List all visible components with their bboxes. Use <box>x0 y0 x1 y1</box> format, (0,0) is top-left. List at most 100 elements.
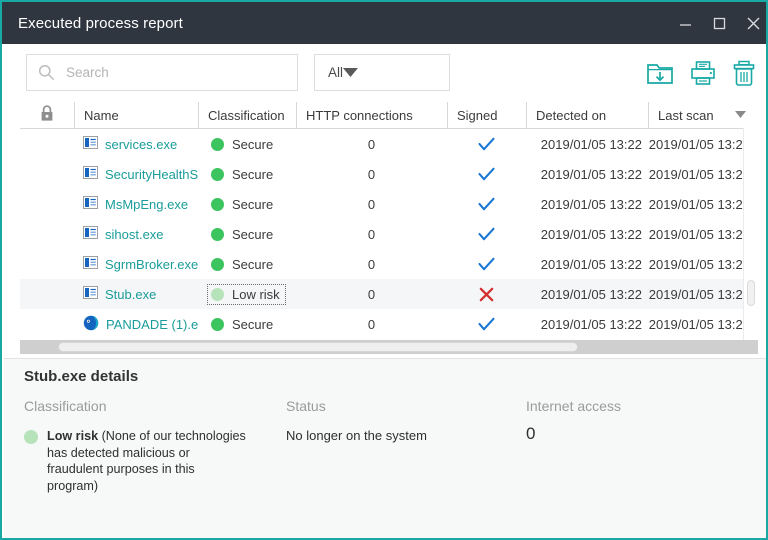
row-signed-cell <box>447 309 526 339</box>
search-box[interactable] <box>26 54 298 91</box>
details-internet-section: Internet access 0 <box>526 398 736 444</box>
row-http-connections-cell: 0 <box>367 226 376 242</box>
executed-process-report-window: Executed process report All <box>0 0 768 540</box>
row-last-scan-cell: 2019/01/05 13:22 <box>648 286 750 302</box>
table-row[interactable]: Stub.exe Low risk 0 2019/01/05 13:22 2019/01… <box>20 279 758 309</box>
row-name-cell[interactable]: SgrmBroker.exe <box>74 249 198 279</box>
row-classification-cell[interactable]: Secure <box>198 249 296 279</box>
check-icon <box>478 137 495 152</box>
details-title: Stub.exe details <box>24 368 139 385</box>
row-classification-cell[interactable]: Secure <box>198 159 296 189</box>
row-last-scan-cell: 2019/01/05 13:22 <box>648 226 750 242</box>
row-signed-cell <box>447 129 526 159</box>
low-risk-dot <box>24 430 38 444</box>
exe-file-icon <box>83 256 98 272</box>
classification-badge: Secure <box>207 194 279 215</box>
column-header-name[interactable]: Name <box>74 102 198 128</box>
table-row[interactable]: MsMpEng.exe Secure 0 2019/01/05 13:22 2019/0… <box>20 189 758 219</box>
row-name-cell[interactable]: services.exe <box>74 129 198 159</box>
row-detected-on-cell: 2019/01/05 13:22 <box>540 226 642 242</box>
column-header-http[interactable]: HTTP connections <box>296 102 447 128</box>
row-name-cell[interactable]: Stub.exe <box>74 279 198 309</box>
classification-text: Secure <box>232 256 274 272</box>
row-last-scan-cell: 2019/01/05 13:22 <box>648 196 750 212</box>
column-header-detected-on[interactable]: Detected on <box>526 102 648 128</box>
row-name-cell[interactable]: PANDADE (1).exe <box>74 309 198 339</box>
panda-app-icon <box>83 315 99 334</box>
row-classification-cell[interactable]: Secure <box>198 309 296 339</box>
classification-text: Secure <box>232 196 274 212</box>
row-classification-cell[interactable]: Secure <box>198 129 296 159</box>
classification-section-label: Classification <box>24 398 107 414</box>
row-http-connections-cell: 0 <box>367 196 376 212</box>
row-http-connections-cell: 0 <box>367 316 376 332</box>
classification-description: Low risk (None of our technologies has d… <box>47 428 246 494</box>
low-risk-dot <box>211 287 224 301</box>
row-http-connections-cell: 0 <box>367 166 376 182</box>
table-row[interactable]: sihost.exe Secure 0 2019/01/05 13:22 2019/01… <box>20 219 758 249</box>
filter-selected-value: All <box>328 65 344 80</box>
printer-icon[interactable] <box>690 60 716 86</box>
vertical-scroll-thumb[interactable] <box>747 280 755 306</box>
row-detected-on-cell: 2019/01/05 13:22 <box>540 196 642 212</box>
trash-icon[interactable] <box>732 60 756 87</box>
row-name-cell[interactable]: SecurityHealthS... <box>74 159 198 189</box>
table-vertical-scrollbar[interactable] <box>743 128 758 340</box>
row-lock-cell <box>20 249 74 279</box>
table-row[interactable]: PANDADE (1).exe Secure 0 2019/01/05 13:22 20… <box>20 309 758 339</box>
row-file-name: SgrmBroker.exe <box>105 256 198 272</box>
row-signed-cell <box>447 249 526 279</box>
details-status-section: Status No longer on the system <box>286 398 486 443</box>
classification-text: Secure <box>232 136 274 152</box>
row-name-cell[interactable]: sihost.exe <box>74 219 198 249</box>
maximize-button[interactable] <box>702 2 736 44</box>
close-button[interactable] <box>736 2 766 44</box>
table-row[interactable]: SecurityHealthS... Secure 0 2019/01/05 13:2… <box>20 159 758 189</box>
search-input[interactable] <box>66 65 276 80</box>
filter-dropdown[interactable]: All <box>314 54 450 91</box>
column-header-lock[interactable] <box>20 102 74 128</box>
table-row[interactable]: SgrmBroker.exe Secure 0 2019/01/05 13:22 201… <box>20 249 758 279</box>
row-signed-cell <box>447 219 526 249</box>
row-lock-cell <box>20 309 74 339</box>
secure-dot <box>211 167 224 181</box>
check-icon <box>478 227 495 242</box>
table-header-row: Name Classification HTTP connections Sig… <box>20 102 758 129</box>
row-classification-cell[interactable]: Secure <box>198 189 296 219</box>
classification-value: Low risk <box>47 429 99 443</box>
secure-dot <box>211 137 224 151</box>
titlebar: Executed process report <box>2 2 766 44</box>
process-table: Name Classification HTTP connections Sig… <box>20 102 758 354</box>
row-file-name: Stub.exe <box>105 286 157 302</box>
lock-icon <box>40 105 54 125</box>
column-header-last-scan[interactable]: Last scan <box>648 102 758 128</box>
table-horizontal-scrollbar[interactable] <box>20 340 758 354</box>
row-classification-cell[interactable]: Secure <box>198 219 296 249</box>
column-header-signed[interactable]: Signed <box>447 102 526 128</box>
column-header-classification[interactable]: Classification <box>198 102 296 128</box>
row-lock-cell <box>20 219 74 249</box>
row-classification-cell[interactable]: Low risk <box>198 279 296 309</box>
table-body: services.exe Secure 0 2019/01/05 13:22 2019/… <box>20 129 758 341</box>
row-http-connections-cell: 0 <box>367 256 376 272</box>
internet-access-label: Internet access <box>526 398 621 414</box>
status-section-label: Status <box>286 398 326 414</box>
horizontal-scroll-thumb[interactable] <box>58 342 578 352</box>
classification-text: Secure <box>232 226 274 242</box>
check-icon <box>478 197 495 212</box>
minimize-button[interactable] <box>668 2 702 44</box>
classification-badge: Secure <box>207 134 279 155</box>
exe-file-icon <box>83 136 98 152</box>
status-value: No longer on the system <box>286 428 427 443</box>
secure-dot <box>211 197 224 211</box>
classification-badge: Low risk <box>207 283 286 305</box>
row-http-connections-cell: 0 <box>367 136 376 152</box>
row-file-name: sihost.exe <box>105 226 164 242</box>
classification-badge: Secure <box>207 164 279 185</box>
row-name-cell[interactable]: MsMpEng.exe <box>74 189 198 219</box>
table-row[interactable]: services.exe Secure 0 2019/01/05 13:22 2019/… <box>20 129 758 159</box>
check-icon <box>478 317 495 332</box>
exe-file-icon <box>83 166 98 182</box>
folder-download-icon[interactable] <box>646 60 674 86</box>
exe-file-icon <box>83 286 98 302</box>
